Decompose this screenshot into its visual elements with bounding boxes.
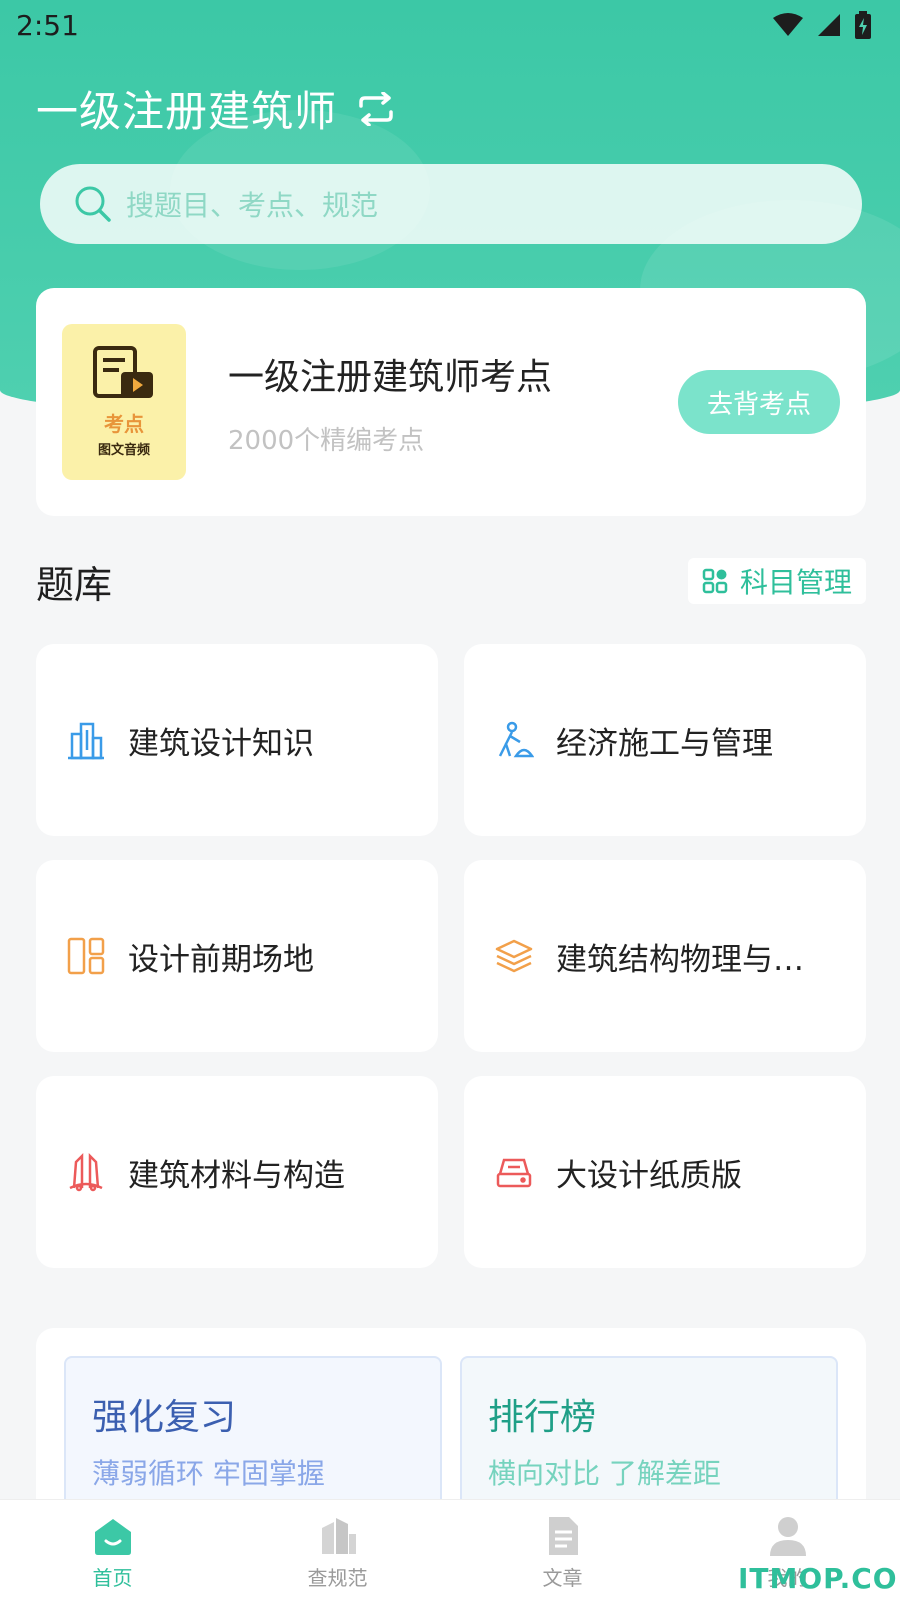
tab-label: 文章 [542,1566,583,1590]
subject-manage-button[interactable]: 科目管理 [687,558,866,604]
tab-home[interactable]: 首页 [0,1500,225,1600]
status-icons [772,11,872,39]
thumbnail-title: 考点 [104,412,144,436]
building-icon [66,720,106,760]
ranking-desc: 横向对比 了解差距 [488,1457,721,1490]
exam-title: 一级注册建筑师 [36,87,338,136]
user-icon [769,1517,806,1556]
section-title: 题库 [36,562,113,607]
subject-label: 建筑设计知识 [128,725,314,762]
layout-icon [66,936,106,976]
video-doc-icon [93,346,153,398]
subject-label: 建筑结构物理与… [556,941,804,978]
kaodian-subtitle: 2000个精编考点 [228,426,425,456]
search-icon [75,186,111,222]
battery-icon [855,11,871,39]
thumbnail-subtitle: 图文音频 [97,443,150,458]
tab-label: 查规范 [307,1566,368,1590]
ranking-title: 排行榜 [488,1397,597,1438]
layers-icon [494,936,534,976]
app-title[interactable]: 一级注册建筑师 [36,78,397,139]
materials-icon [66,1152,106,1192]
search-placeholder: 搜题目、考点、规范 [126,189,379,222]
home-icon [94,1519,131,1555]
status-bar: 2:51 [0,0,900,50]
subject-tile-materials[interactable]: 建筑材料与构造 [36,1076,438,1268]
review-desc: 薄弱循环 牢固掌握 [92,1457,325,1490]
question-bank-header: 题库 科目管理 [36,556,866,607]
document-icon [548,1517,578,1555]
subject-grid: 建筑设计知识 经济施工与管理 设计前期场地 建筑结构物理与… 建筑材料与构造 大… [36,644,866,1268]
grid-icon [702,568,728,594]
drive-icon [494,1152,534,1192]
wifi-icon [773,13,803,36]
subject-tile-building-design[interactable]: 建筑设计知识 [36,644,438,836]
subject-tile-economics-construction[interactable]: 经济施工与管理 [464,644,866,836]
tab-articles[interactable]: 文章 [450,1500,675,1600]
tab-label: 首页 [92,1566,133,1590]
subject-tile-paper-design[interactable]: 大设计纸质版 [464,1076,866,1268]
subject-label: 建筑材料与构造 [128,1157,345,1194]
tab-regulations[interactable]: 查规范 [225,1500,450,1600]
subject-tile-structure-physics[interactable]: 建筑结构物理与… [464,860,866,1052]
subject-label: 设计前期场地 [128,941,314,978]
subject-label: 大设计纸质版 [556,1157,742,1194]
construction-worker-icon [494,720,534,760]
signal-icon [818,14,840,36]
search-bar[interactable]: 搜题目、考点、规范 [40,164,862,244]
subject-label: 经济施工与管理 [556,725,773,762]
review-title: 强化复习 [92,1397,237,1438]
go-study-button[interactable]: 去背考点 [678,370,840,434]
kaodian-thumbnail: 考点 图文音频 [62,324,186,480]
subject-manage-label: 科目管理 [739,566,852,599]
status-time: 2:51 [16,8,79,42]
subject-tile-site-design[interactable]: 设计前期场地 [36,860,438,1052]
kaodian-title: 一级注册建筑师考点 [228,357,553,398]
kaodian-card[interactable]: 考点 图文音频 一级注册建筑师考点 2000个精编考点 去背考点 [36,288,866,516]
buildings-icon [321,1518,356,1554]
watermark: ITMOP.COM [738,1562,900,1595]
swap-icon[interactable] [355,91,397,126]
